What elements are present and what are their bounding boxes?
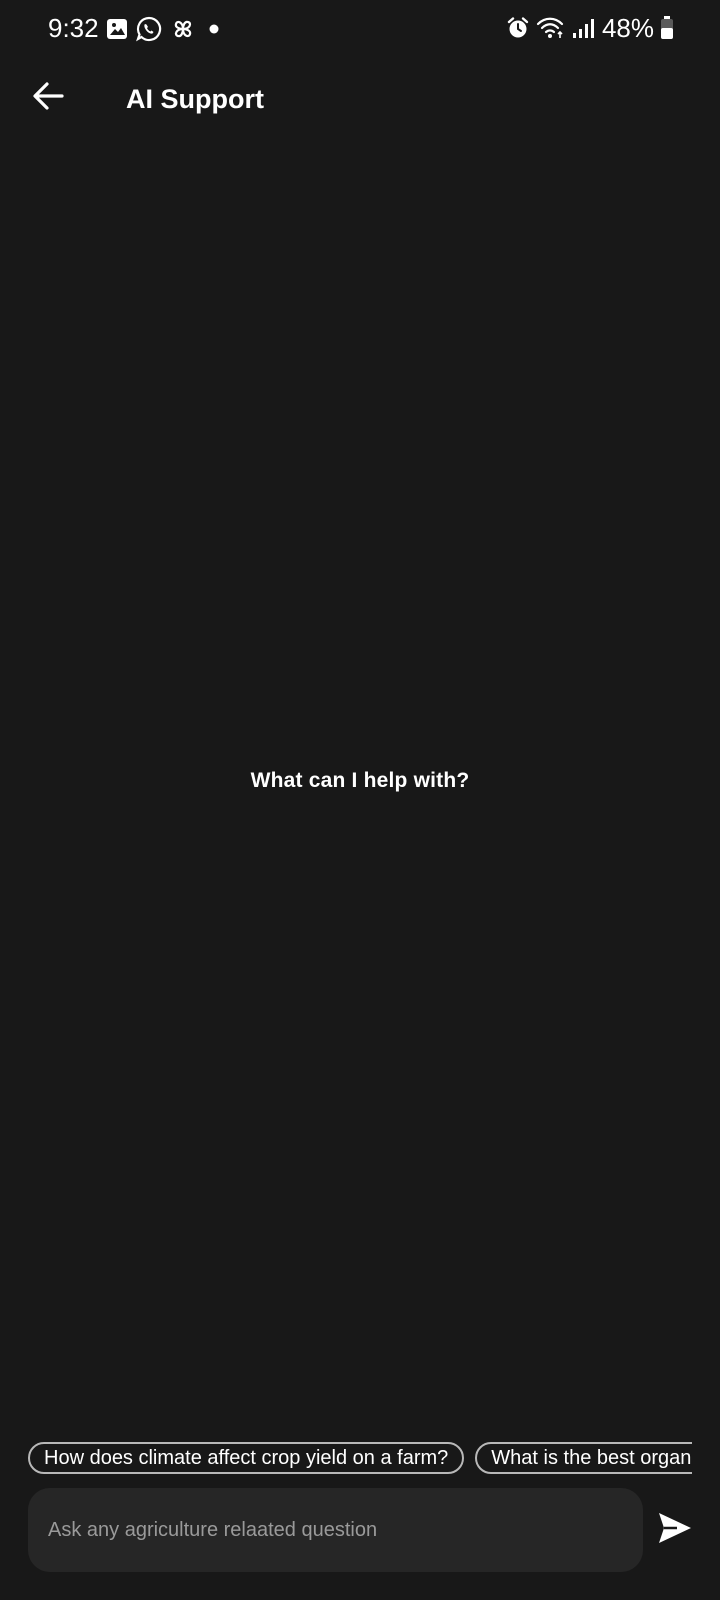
suggestion-chips: How does climate affect crop yield on a …	[28, 1442, 692, 1474]
battery-percent: 48%	[601, 13, 654, 43]
suggestion-chip-climate[interactable]: How does climate affect crop yield on a …	[28, 1442, 465, 1474]
status-bar: 9:32 48%	[0, 0, 720, 58]
battery-icon	[660, 16, 674, 40]
alarm-icon	[506, 16, 530, 40]
wifi-icon	[536, 16, 566, 40]
gallery-icon	[106, 18, 128, 40]
empty-state-prompt: What can I help with?	[250, 769, 470, 792]
message-input[interactable]	[28, 1488, 643, 1572]
app-bar: AI Support	[0, 62, 720, 134]
signal-icon	[572, 17, 594, 39]
page-title: AI Support	[126, 84, 264, 114]
status-notification-icons	[106, 14, 224, 44]
status-time: 9:32	[48, 13, 99, 43]
arrow-left-icon	[32, 81, 64, 116]
notification-dot-icon	[204, 19, 224, 39]
status-system-icons: 48%	[506, 11, 674, 45]
message-input-container	[28, 1488, 643, 1572]
send-button[interactable]	[652, 1508, 698, 1552]
back-button[interactable]	[22, 72, 74, 124]
send-icon	[657, 1511, 693, 1550]
pinwheel-icon	[170, 16, 196, 42]
suggestion-chip-fertilizer[interactable]: What is the best organic fertilizer?	[475, 1442, 692, 1474]
whatsapp-icon	[136, 16, 162, 42]
